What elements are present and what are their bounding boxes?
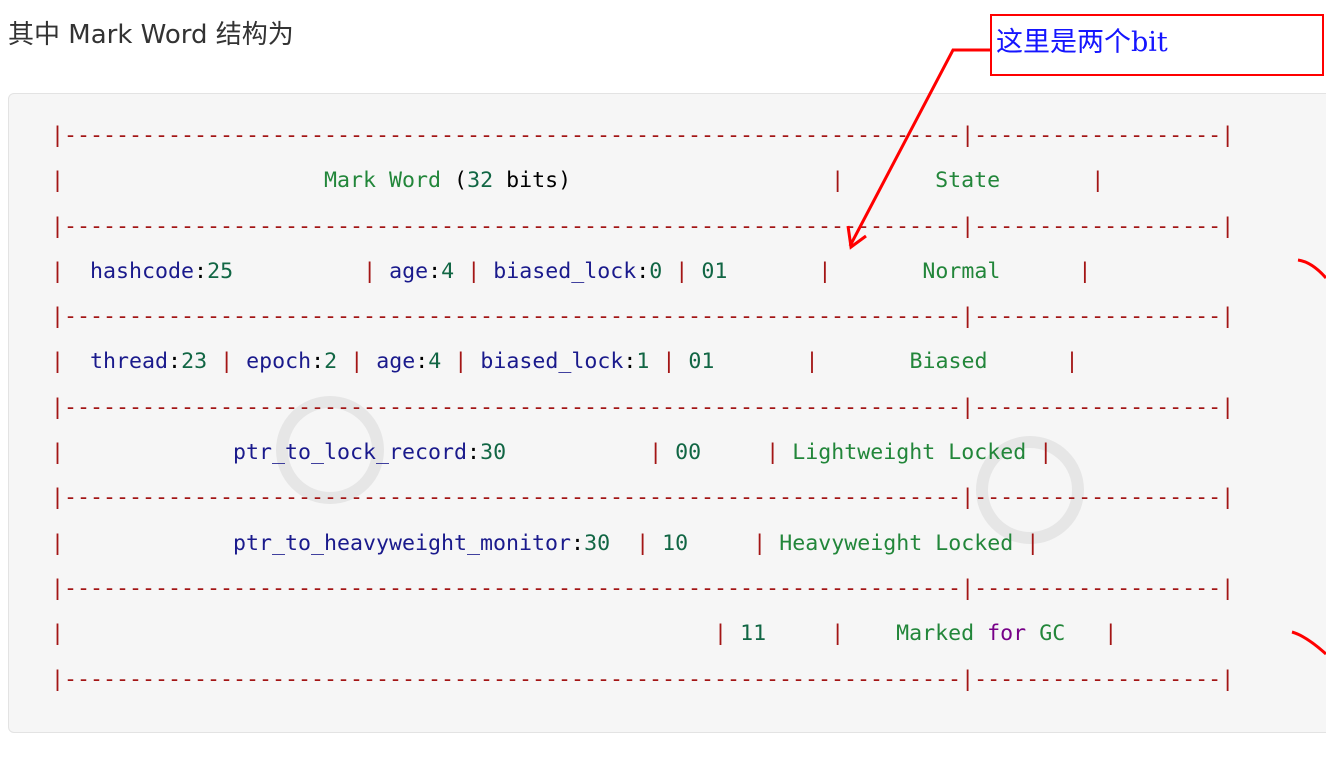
annotation-arrow: [846, 48, 1326, 656]
